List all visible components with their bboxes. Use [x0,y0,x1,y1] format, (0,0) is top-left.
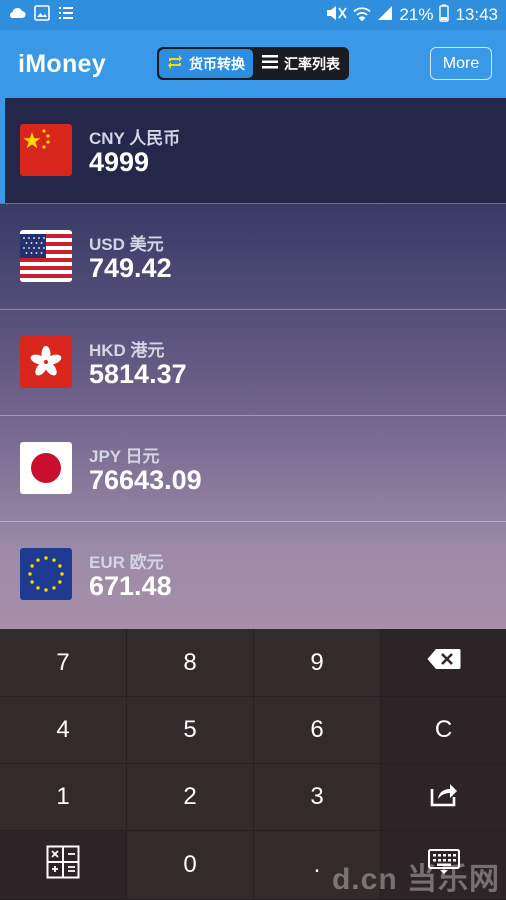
currency-row-eur[interactable]: EUR 欧元 671.48 [0,522,506,628]
currency-code: HKD 港元 [89,341,165,360]
currency-list: CNY 人民币 4999 USD 美元 749.42 HKD 港元 5814.3… [0,98,506,629]
tab-rate-list[interactable]: 汇率列表 [254,48,348,79]
wifi-icon [353,5,372,26]
key-4[interactable]: 4 [0,697,127,764]
currency-row-usd[interactable]: USD 美元 749.42 [0,204,506,310]
key-3[interactable]: 3 [254,764,381,831]
calculator-icon [46,845,80,886]
clear-button[interactable]: C [381,697,506,764]
clock: 13:43 [455,5,498,24]
currency-amount: 76643.09 [89,465,202,495]
hong-kong-flag-icon [20,336,72,388]
backspace-icon [427,648,461,677]
list-icon [262,55,278,72]
app-bar: iMoney 货币转换 汇率列表 More [0,30,506,98]
currency-code: USD 美元 [89,235,164,254]
key-1[interactable]: 1 [0,764,127,831]
battery-percent: 21% [399,5,434,24]
signal-icon [377,5,393,26]
tab-label: 汇率列表 [284,55,340,72]
japan-flag-icon [20,442,72,494]
currency-amount: 749.42 [89,253,172,283]
currency-amount: 4999 [89,147,150,177]
mute-icon [325,5,348,26]
eu-flag-icon [20,548,72,600]
share-button[interactable] [381,764,506,831]
view-switcher: 货币转换 汇率列表 [157,47,349,80]
calculator-button[interactable] [0,831,127,900]
currency-code: JPY 日元 [89,447,160,466]
tab-label: 货币转换 [189,55,245,72]
key-2[interactable]: 2 [127,764,254,831]
share-icon [430,781,458,814]
currency-amount: 671.48 [89,571,172,601]
currency-row-jpy[interactable]: JPY 日元 76643.09 [0,416,506,522]
key-7[interactable]: 7 [0,629,127,697]
currency-code: EUR 欧元 [89,553,164,572]
china-flag-icon [20,124,72,176]
currency-code: CNY 人民币 [89,129,181,148]
key-0[interactable]: 0 [127,831,254,900]
currency-row-hkd[interactable]: HKD 港元 5814.37 [0,310,506,416]
tab-currency-convert[interactable]: 货币转换 [159,49,253,78]
image-icon [34,4,50,26]
battery-icon [439,4,450,27]
key-8[interactable]: 8 [127,629,254,697]
backspace-button[interactable] [381,629,506,697]
app-title: iMoney [18,49,106,78]
usa-flag-icon [20,230,72,282]
key-9[interactable]: 9 [254,629,381,697]
currency-row-cny[interactable]: CNY 人民币 4999 [0,98,506,204]
more-button[interactable]: More [430,47,492,80]
cloud-icon [8,6,26,25]
watermark: d.cn 当乐网 [331,863,500,896]
list-icon [58,5,74,26]
key-6[interactable]: 6 [254,697,381,764]
status-bar: 21% 13:43 [0,0,506,30]
currency-amount: 5814.37 [89,359,187,389]
swap-icon [167,54,183,73]
key-5[interactable]: 5 [127,697,254,764]
